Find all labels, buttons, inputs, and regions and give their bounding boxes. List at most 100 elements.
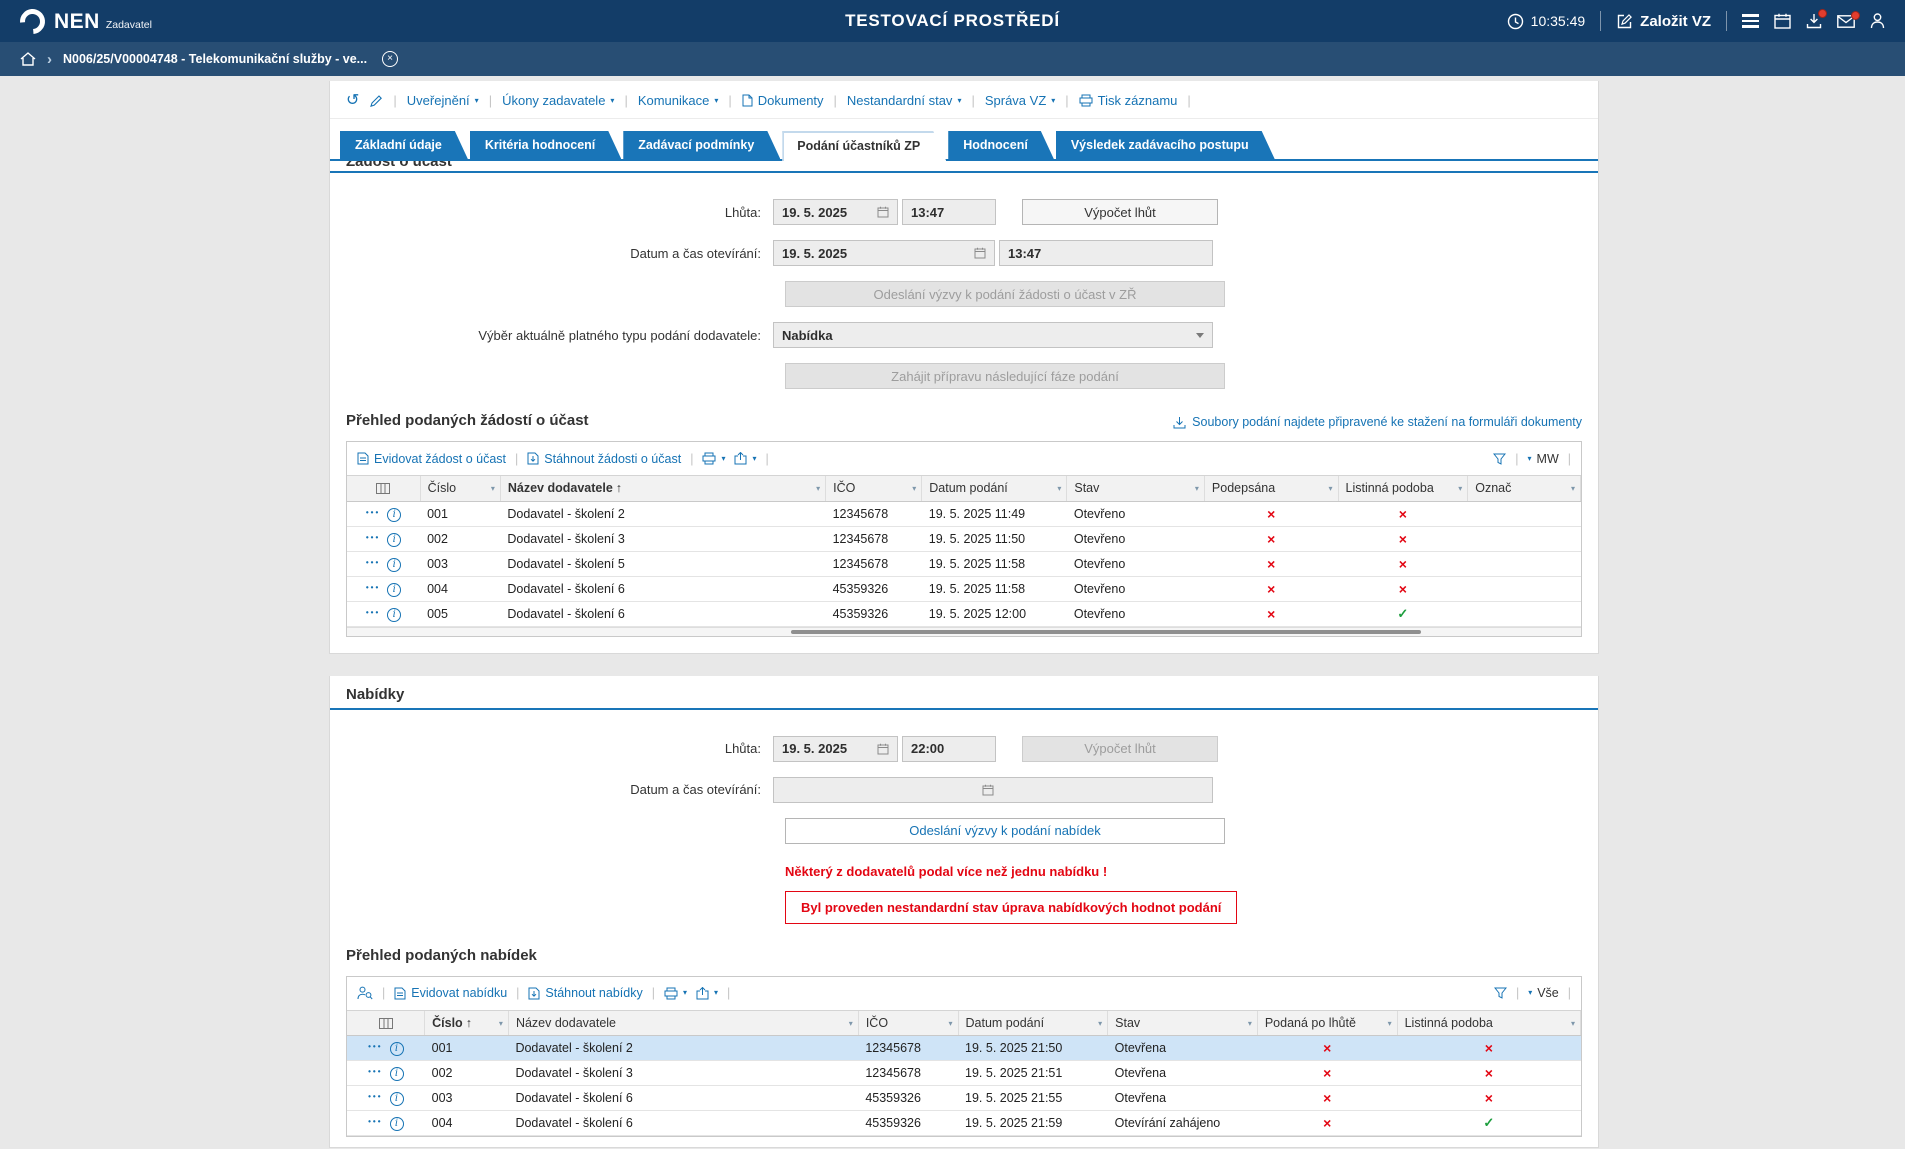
row-menu-icon[interactable]: ••• bbox=[368, 1117, 382, 1126]
tab-podani-ucastniku-zp[interactable]: Podání účastníků ZP bbox=[782, 131, 946, 161]
toolbar-item-komunikace[interactable]: Komunikace▾ bbox=[638, 93, 719, 108]
messages-icon[interactable] bbox=[1837, 15, 1855, 28]
toolbar-item-ukony-zadavatele[interactable]: Úkony zadavatele▾ bbox=[502, 93, 614, 108]
column-filter-icon[interactable]: ▾ bbox=[491, 484, 495, 493]
deadline-time-input[interactable]: 13:47 bbox=[902, 199, 996, 225]
column-filter-icon[interactable]: ▾ bbox=[1248, 1019, 1252, 1028]
opening-date-input[interactable]: 19. 5. 2025 bbox=[773, 240, 995, 266]
column-header-stav[interactable]: Stav▾ bbox=[1108, 1011, 1258, 1036]
submission-type-select[interactable]: Nabídka bbox=[773, 322, 1213, 348]
send-invitation-button[interactable]: Odeslání výzvy k podání žádosti o účast … bbox=[785, 281, 1225, 307]
column-filter-icon[interactable]: ▾ bbox=[1458, 484, 1462, 493]
nen-logo[interactable]: NEN Zadavatel bbox=[20, 9, 152, 34]
tab-vysledek-zadavaciho-postupu[interactable]: Výsledek zadávacího postupu bbox=[1056, 131, 1275, 159]
user-profile-icon[interactable] bbox=[1870, 13, 1885, 29]
create-vz-button[interactable]: Založit VZ bbox=[1616, 13, 1711, 30]
table-row[interactable]: •••i001Dodavatel - školení 21234567819. … bbox=[347, 1036, 1581, 1061]
toolbar-item-tisk-zaznamu[interactable]: Tisk záznamu bbox=[1079, 93, 1178, 108]
column-header-listinna-podoba[interactable]: Listinná podoba▾ bbox=[1338, 476, 1468, 501]
toolbar-item-sprava-vz[interactable]: Správa VZ▾ bbox=[985, 93, 1055, 108]
tab-zadavaci-podminky[interactable]: Zadávací podmínky bbox=[623, 131, 780, 159]
export-grid-button[interactable]: ▾ bbox=[734, 452, 756, 465]
grid-view-selector[interactable]: ▾ MW bbox=[1528, 452, 1559, 466]
row-info-icon[interactable]: i bbox=[390, 1042, 404, 1056]
column-header-oznac[interactable]: Označ▾ bbox=[1468, 476, 1581, 501]
scrollbar-thumb[interactable] bbox=[791, 630, 1420, 634]
history-icon[interactable]: ↺ bbox=[346, 94, 359, 108]
column-filter-icon[interactable]: ▾ bbox=[1328, 484, 1332, 493]
column-filter-icon[interactable]: ▾ bbox=[849, 1019, 853, 1028]
calendar-small-icon[interactable] bbox=[877, 743, 889, 755]
register-offer-link[interactable]: Evidovat nabídku bbox=[394, 986, 507, 1000]
row-info-icon[interactable]: i bbox=[387, 533, 401, 547]
toolbar-item-nestandardni-stav[interactable]: Nestandardní stav▾ bbox=[847, 93, 962, 108]
filter-icon[interactable] bbox=[1493, 453, 1506, 465]
column-header-stav[interactable]: Stav▾ bbox=[1067, 476, 1205, 501]
column-header-nazev-dodavatele[interactable]: Název dodavatele▾ bbox=[508, 1011, 858, 1036]
register-request-link[interactable]: Evidovat žádost o účast bbox=[357, 452, 506, 466]
toolbar-item-uverejneni[interactable]: Uveřejnění▾ bbox=[407, 93, 479, 108]
column-filter-icon[interactable]: ▾ bbox=[1195, 484, 1199, 493]
tab-hodnoceni[interactable]: Hodnocení bbox=[948, 131, 1054, 159]
column-header-ico[interactable]: IČO▾ bbox=[858, 1011, 958, 1036]
calc-deadlines-button[interactable]: Výpočet lhůt bbox=[1022, 199, 1218, 225]
column-header-cislo[interactable]: Číslo↑▾ bbox=[425, 1011, 509, 1036]
row-info-icon[interactable]: i bbox=[390, 1067, 404, 1081]
edit-pencil-icon[interactable] bbox=[369, 94, 383, 108]
home-icon[interactable] bbox=[20, 52, 36, 66]
row-info-icon[interactable]: i bbox=[387, 583, 401, 597]
table-row[interactable]: •••i003Dodavatel - školení 51234567819. … bbox=[347, 551, 1581, 576]
row-info-icon[interactable]: i bbox=[387, 508, 401, 522]
column-header-nazev-dodavatele[interactable]: Název dodavatele↑▾ bbox=[500, 476, 825, 501]
table-row[interactable]: •••i004Dodavatel - školení 64535932619. … bbox=[347, 1111, 1581, 1136]
calendar-small-icon[interactable] bbox=[877, 206, 889, 218]
offers-deadline-time-input[interactable]: 22:00 bbox=[902, 736, 996, 762]
breadcrumb-current[interactable]: N006/25/V00004748 - Telekomunikační služ… bbox=[63, 52, 367, 66]
column-header-datum-podani[interactable]: Datum podání▾ bbox=[922, 476, 1067, 501]
horizontal-scrollbar[interactable] bbox=[347, 627, 1581, 636]
column-header-podana-po-lhute[interactable]: Podaná po lhůtě▾ bbox=[1257, 1011, 1397, 1036]
deadline-date-input[interactable]: 19. 5. 2025 bbox=[773, 199, 898, 225]
column-filter-icon[interactable]: ▾ bbox=[1098, 1019, 1102, 1028]
calendar-small-icon[interactable] bbox=[974, 247, 986, 259]
offers-deadline-date-input[interactable]: 19. 5. 2025 bbox=[773, 736, 898, 762]
find-supplier-icon[interactable] bbox=[357, 986, 373, 1000]
table-row[interactable]: •••i004Dodavatel - školení 64535932619. … bbox=[347, 576, 1581, 601]
column-header-ico[interactable]: IČO▾ bbox=[826, 476, 922, 501]
column-filter-icon[interactable]: ▾ bbox=[1057, 484, 1061, 493]
send-offers-invitation-button[interactable]: Odeslání výzvy k podání nabídek bbox=[785, 818, 1225, 844]
table-row[interactable]: •••i002Dodavatel - školení 31234567819. … bbox=[347, 1061, 1581, 1086]
row-menu-icon[interactable]: ••• bbox=[366, 508, 380, 517]
tab-kriteria-hodnoceni[interactable]: Kritéria hodnocení bbox=[470, 131, 621, 159]
row-info-icon[interactable]: i bbox=[387, 558, 401, 572]
row-menu-icon[interactable]: ••• bbox=[366, 558, 380, 567]
calendar-icon[interactable] bbox=[1774, 13, 1791, 29]
downloads-icon[interactable] bbox=[1806, 13, 1822, 29]
calendar-small-icon[interactable] bbox=[982, 784, 994, 796]
offers-calc-deadlines-button[interactable]: Výpočet lhůt bbox=[1022, 736, 1218, 762]
grid-view-selector[interactable]: ▾ Vše bbox=[1528, 986, 1559, 1000]
print-grid-button[interactable]: ▾ bbox=[702, 452, 725, 465]
row-menu-icon[interactable]: ••• bbox=[368, 1067, 382, 1076]
print-grid-button[interactable]: ▾ bbox=[664, 987, 687, 1000]
opening-time-input[interactable]: 13:47 bbox=[999, 240, 1213, 266]
menu-icon[interactable] bbox=[1742, 14, 1759, 27]
tab-zakladni-udaje[interactable]: Základní údaje bbox=[340, 131, 468, 159]
table-row[interactable]: •••i003Dodavatel - školení 64535932619. … bbox=[347, 1086, 1581, 1111]
column-header-datum-podani[interactable]: Datum podání▾ bbox=[958, 1011, 1108, 1036]
grid-settings-header[interactable] bbox=[347, 1011, 425, 1036]
column-filter-icon[interactable]: ▾ bbox=[499, 1019, 503, 1028]
table-row[interactable]: •••i001Dodavatel - školení 21234567819. … bbox=[347, 501, 1581, 526]
grid-settings-header[interactable] bbox=[347, 476, 420, 501]
column-filter-icon[interactable]: ▾ bbox=[816, 484, 820, 493]
row-menu-icon[interactable]: ••• bbox=[366, 608, 380, 617]
column-filter-icon[interactable]: ▾ bbox=[1388, 1019, 1392, 1028]
row-menu-icon[interactable]: ••• bbox=[366, 583, 380, 592]
filter-icon[interactable] bbox=[1494, 987, 1507, 999]
row-info-icon[interactable]: i bbox=[387, 608, 401, 622]
offers-opening-input[interactable] bbox=[773, 777, 1213, 803]
start-next-phase-button[interactable]: Zahájit přípravu následující fáze podání bbox=[785, 363, 1225, 389]
table-row[interactable]: •••i002Dodavatel - školení 31234567819. … bbox=[347, 526, 1581, 551]
row-info-icon[interactable]: i bbox=[390, 1092, 404, 1106]
column-filter-icon[interactable]: ▾ bbox=[949, 1019, 953, 1028]
